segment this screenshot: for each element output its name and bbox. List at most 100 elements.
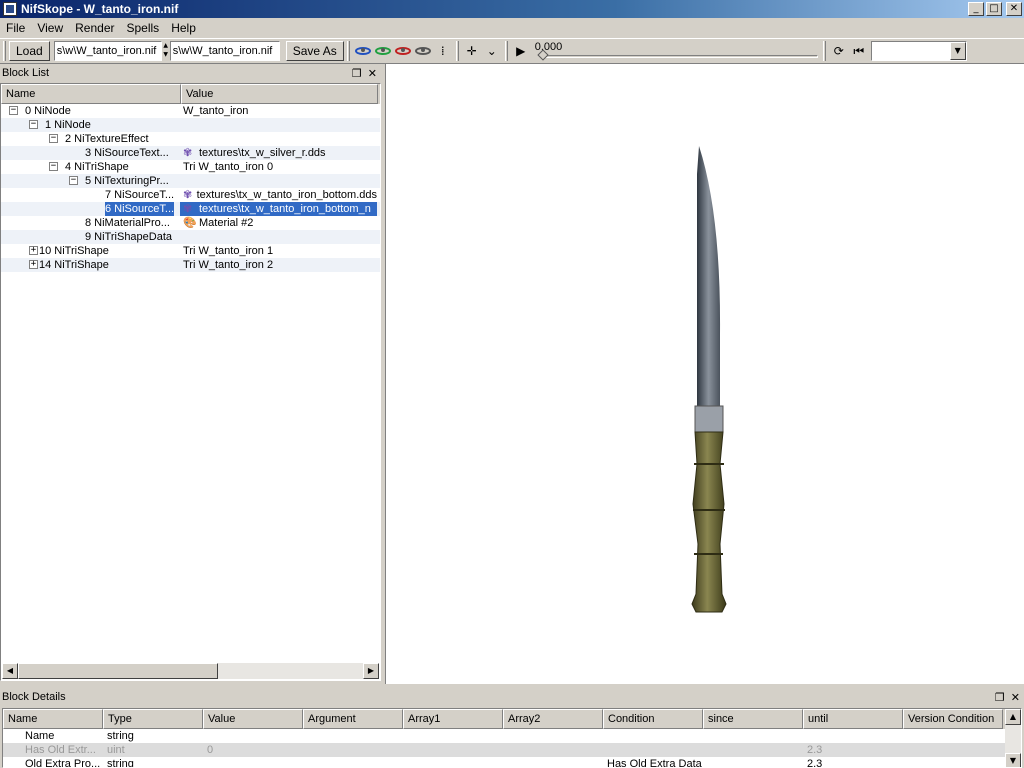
tree-row-value[interactable] — [180, 118, 377, 132]
menu-help[interactable]: Help — [165, 21, 202, 35]
details-column-header[interactable]: Array2 — [503, 709, 603, 729]
footprints-icon[interactable]: ⁞ — [433, 41, 453, 61]
tree-row[interactable]: −2 NiTextureEffect — [1, 132, 380, 146]
toolbar-grip[interactable] — [504, 41, 508, 61]
switch-icon[interactable]: ⏮ — [849, 41, 869, 61]
tree-row-name[interactable]: −1 NiNode — [1, 118, 180, 132]
details-row[interactable]: Name string — [3, 729, 1021, 743]
details-column-header[interactable]: Value — [203, 709, 303, 729]
tree-row[interactable]: −1 NiNode — [1, 118, 380, 132]
menu-file[interactable]: File — [0, 21, 31, 35]
save-path-input[interactable]: s\w\W_tanto_iron.nif — [169, 41, 280, 61]
expand-icon[interactable]: + — [29, 246, 38, 255]
collapse-icon[interactable]: − — [69, 176, 78, 185]
toolbar-grip[interactable] — [822, 41, 826, 61]
tree-row-name[interactable]: −2 NiTextureEffect — [1, 132, 180, 146]
tree-row-name[interactable]: 3 NiSourceText... — [1, 146, 180, 160]
details-column-header[interactable]: since — [703, 709, 803, 729]
maximize-button[interactable]: □ — [986, 2, 1002, 16]
tree-row-name[interactable]: 9 NiTriShapeData — [1, 230, 180, 244]
column-header-name[interactable]: Name — [1, 84, 181, 104]
expand-icon[interactable]: + — [29, 260, 38, 269]
toolbar-grip[interactable] — [3, 41, 6, 61]
render-viewport[interactable] — [385, 64, 1024, 684]
tree-row[interactable]: 6 NiSourceT... ✾ textures\tx_w_tanto_iron_… — [1, 202, 380, 216]
tree-row[interactable]: −5 NiTexturingPr... — [1, 174, 380, 188]
collapse-icon[interactable]: − — [9, 106, 18, 115]
tree-row-name[interactable]: 7 NiSourceT... — [1, 188, 180, 202]
loop-icon[interactable]: ⟳ — [829, 41, 849, 61]
tree-row-name[interactable]: −0 NiNode — [1, 104, 180, 118]
tree-row-value[interactable]: ✾ textures\tx_w_silver_r.dds — [180, 146, 377, 160]
tree-row-name[interactable]: 8 NiMaterialPro... — [1, 216, 180, 230]
eye-gray-icon[interactable] — [413, 41, 433, 61]
tree-row-value[interactable] — [180, 174, 377, 188]
scroll-up-icon[interactable]: ▲ — [1005, 709, 1021, 725]
time-slider[interactable]: 0.000 — [535, 41, 820, 61]
float-icon[interactable]: ❐ — [995, 691, 1005, 704]
block-tree[interactable]: Name Value −0 NiNode W_tanto_iron −1 NiNod… — [0, 83, 381, 681]
tree-row-name[interactable]: −4 NiTriShape — [1, 160, 180, 174]
tree-row[interactable]: +10 NiTriShape Tri W_tanto_iron 1 — [1, 244, 380, 258]
vertical-scrollbar[interactable]: ▲ ▼ — [1005, 709, 1021, 767]
details-column-header[interactable]: Condition — [603, 709, 703, 729]
tree-row-value[interactable]: Tri W_tanto_iron 0 — [180, 160, 377, 174]
details-row[interactable]: Old Extra Pro... string Has Old Extra Data… — [3, 757, 1021, 767]
tree-row-value[interactable]: 🎨 Material #2 — [180, 216, 377, 230]
close-button[interactable]: ✕ — [1006, 2, 1022, 16]
collapse-icon[interactable]: − — [49, 134, 58, 143]
column-header-value[interactable]: Value — [181, 84, 378, 104]
details-row[interactable]: Has Old Extr... uint 0 2.3 — [3, 743, 1021, 757]
details-column-header[interactable]: Type — [103, 709, 203, 729]
toolbar-grip[interactable] — [455, 41, 459, 61]
close-icon[interactable]: ✕ — [368, 67, 377, 80]
collapse-icon[interactable]: − — [49, 162, 58, 171]
tree-row-name[interactable]: −5 NiTexturingPr... — [1, 174, 180, 188]
load-button[interactable]: Load — [9, 41, 50, 61]
tree-row[interactable]: 7 NiSourceT... ✾ textures\tx_w_tanto_iron_… — [1, 188, 380, 202]
animation-select[interactable]: ▼ — [870, 41, 967, 61]
load-path-input[interactable]: s\w\W_tanto_iron.nif — [53, 41, 162, 61]
eye-red-icon[interactable] — [393, 41, 413, 61]
chevron-down-icon[interactable]: ▼ — [949, 42, 966, 60]
close-icon[interactable]: ✕ — [1011, 691, 1020, 704]
play-icon[interactable]: ▶ — [511, 41, 531, 61]
details-column-header[interactable]: Array1 — [403, 709, 503, 729]
tree-row[interactable]: +14 NiTriShape Tri W_tanto_iron 2 — [1, 258, 380, 272]
tree-row[interactable]: −4 NiTriShape Tri W_tanto_iron 0 — [1, 160, 380, 174]
scroll-thumb[interactable] — [18, 663, 218, 679]
details-column-header[interactable]: Name — [3, 709, 103, 729]
tree-row-value[interactable]: W_tanto_iron — [180, 104, 377, 118]
tree-row-name[interactable]: +10 NiTriShape — [1, 244, 180, 258]
axes-icon[interactable]: ✛ — [462, 41, 482, 61]
tree-row-value[interactable]: Tri W_tanto_iron 2 — [180, 258, 377, 272]
tree-row[interactable]: 8 NiMaterialPro... 🎨 Material #2 — [1, 216, 380, 230]
details-column-header[interactable]: until — [803, 709, 903, 729]
eye-blue-icon[interactable] — [353, 41, 373, 61]
tree-row[interactable]: 3 NiSourceText... ✾ textures\tx_w_silver_r… — [1, 146, 380, 160]
toolbar-grip[interactable] — [346, 41, 350, 61]
load-path-spinner[interactable]: ▲ ▼ — [162, 41, 170, 61]
tree-row[interactable]: −0 NiNode W_tanto_iron — [1, 104, 380, 118]
scroll-right-icon[interactable]: ▶ — [363, 663, 379, 679]
horizontal-scrollbar[interactable]: ◀ ▶ — [2, 663, 379, 679]
tree-row[interactable]: 9 NiTriShapeData — [1, 230, 380, 244]
tree-row-name[interactable]: 6 NiSourceT... — [1, 202, 180, 216]
minimize-button[interactable]: _ — [968, 2, 984, 16]
tree-row-value[interactable] — [180, 132, 377, 146]
tree-row-value[interactable]: Tri W_tanto_iron 1 — [180, 244, 377, 258]
details-column-header[interactable]: Argument — [303, 709, 403, 729]
dropdown-arrow-icon[interactable]: ⌄ — [482, 41, 502, 61]
scroll-down-icon[interactable]: ▼ — [1005, 753, 1021, 767]
tree-row-name[interactable]: +14 NiTriShape — [1, 258, 180, 272]
details-column-header[interactable]: Version Condition — [903, 709, 1003, 729]
save-as-button[interactable]: Save As — [285, 41, 344, 61]
tree-row-value[interactable]: ✾ textures\tx_w_tanto_iron_bottom.dds — [180, 188, 377, 202]
float-icon[interactable]: ❐ — [352, 67, 362, 80]
menu-render[interactable]: Render — [69, 21, 120, 35]
scroll-left-icon[interactable]: ◀ — [2, 663, 18, 679]
menu-spells[interactable]: Spells — [121, 21, 166, 35]
tree-row-value[interactable] — [180, 230, 377, 244]
eye-green-icon[interactable] — [373, 41, 393, 61]
menu-view[interactable]: View — [31, 21, 69, 35]
